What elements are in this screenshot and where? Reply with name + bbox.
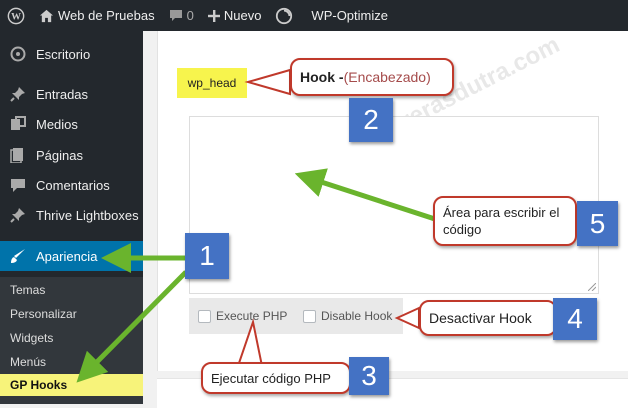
callout-code-area: Área para escribir el código xyxy=(433,196,577,246)
number-badge-5: 5 xyxy=(577,201,618,246)
callout-4-pointer xyxy=(394,306,420,330)
callout-execute-php: Ejecutar código PHP xyxy=(201,362,351,394)
callout-hook-title-bold: Hook - xyxy=(300,69,344,85)
callout-2-pointer xyxy=(244,68,291,96)
callout-disable-hook: Desactivar Hook xyxy=(419,300,557,336)
callout-hook-title: Hook - (Encabezado) xyxy=(290,58,454,96)
number-badge-4: 4 xyxy=(553,298,597,340)
arrow-to-gp-hooks xyxy=(76,270,188,383)
callout-3-pointer xyxy=(236,318,264,367)
number-badge-2: 2 xyxy=(349,98,393,142)
arrow-to-textarea xyxy=(294,168,439,223)
number-badge-1: 1 xyxy=(185,233,229,279)
callout-hook-title-paren: (Encabezado) xyxy=(343,69,431,85)
number-badge-3: 3 xyxy=(349,357,389,395)
